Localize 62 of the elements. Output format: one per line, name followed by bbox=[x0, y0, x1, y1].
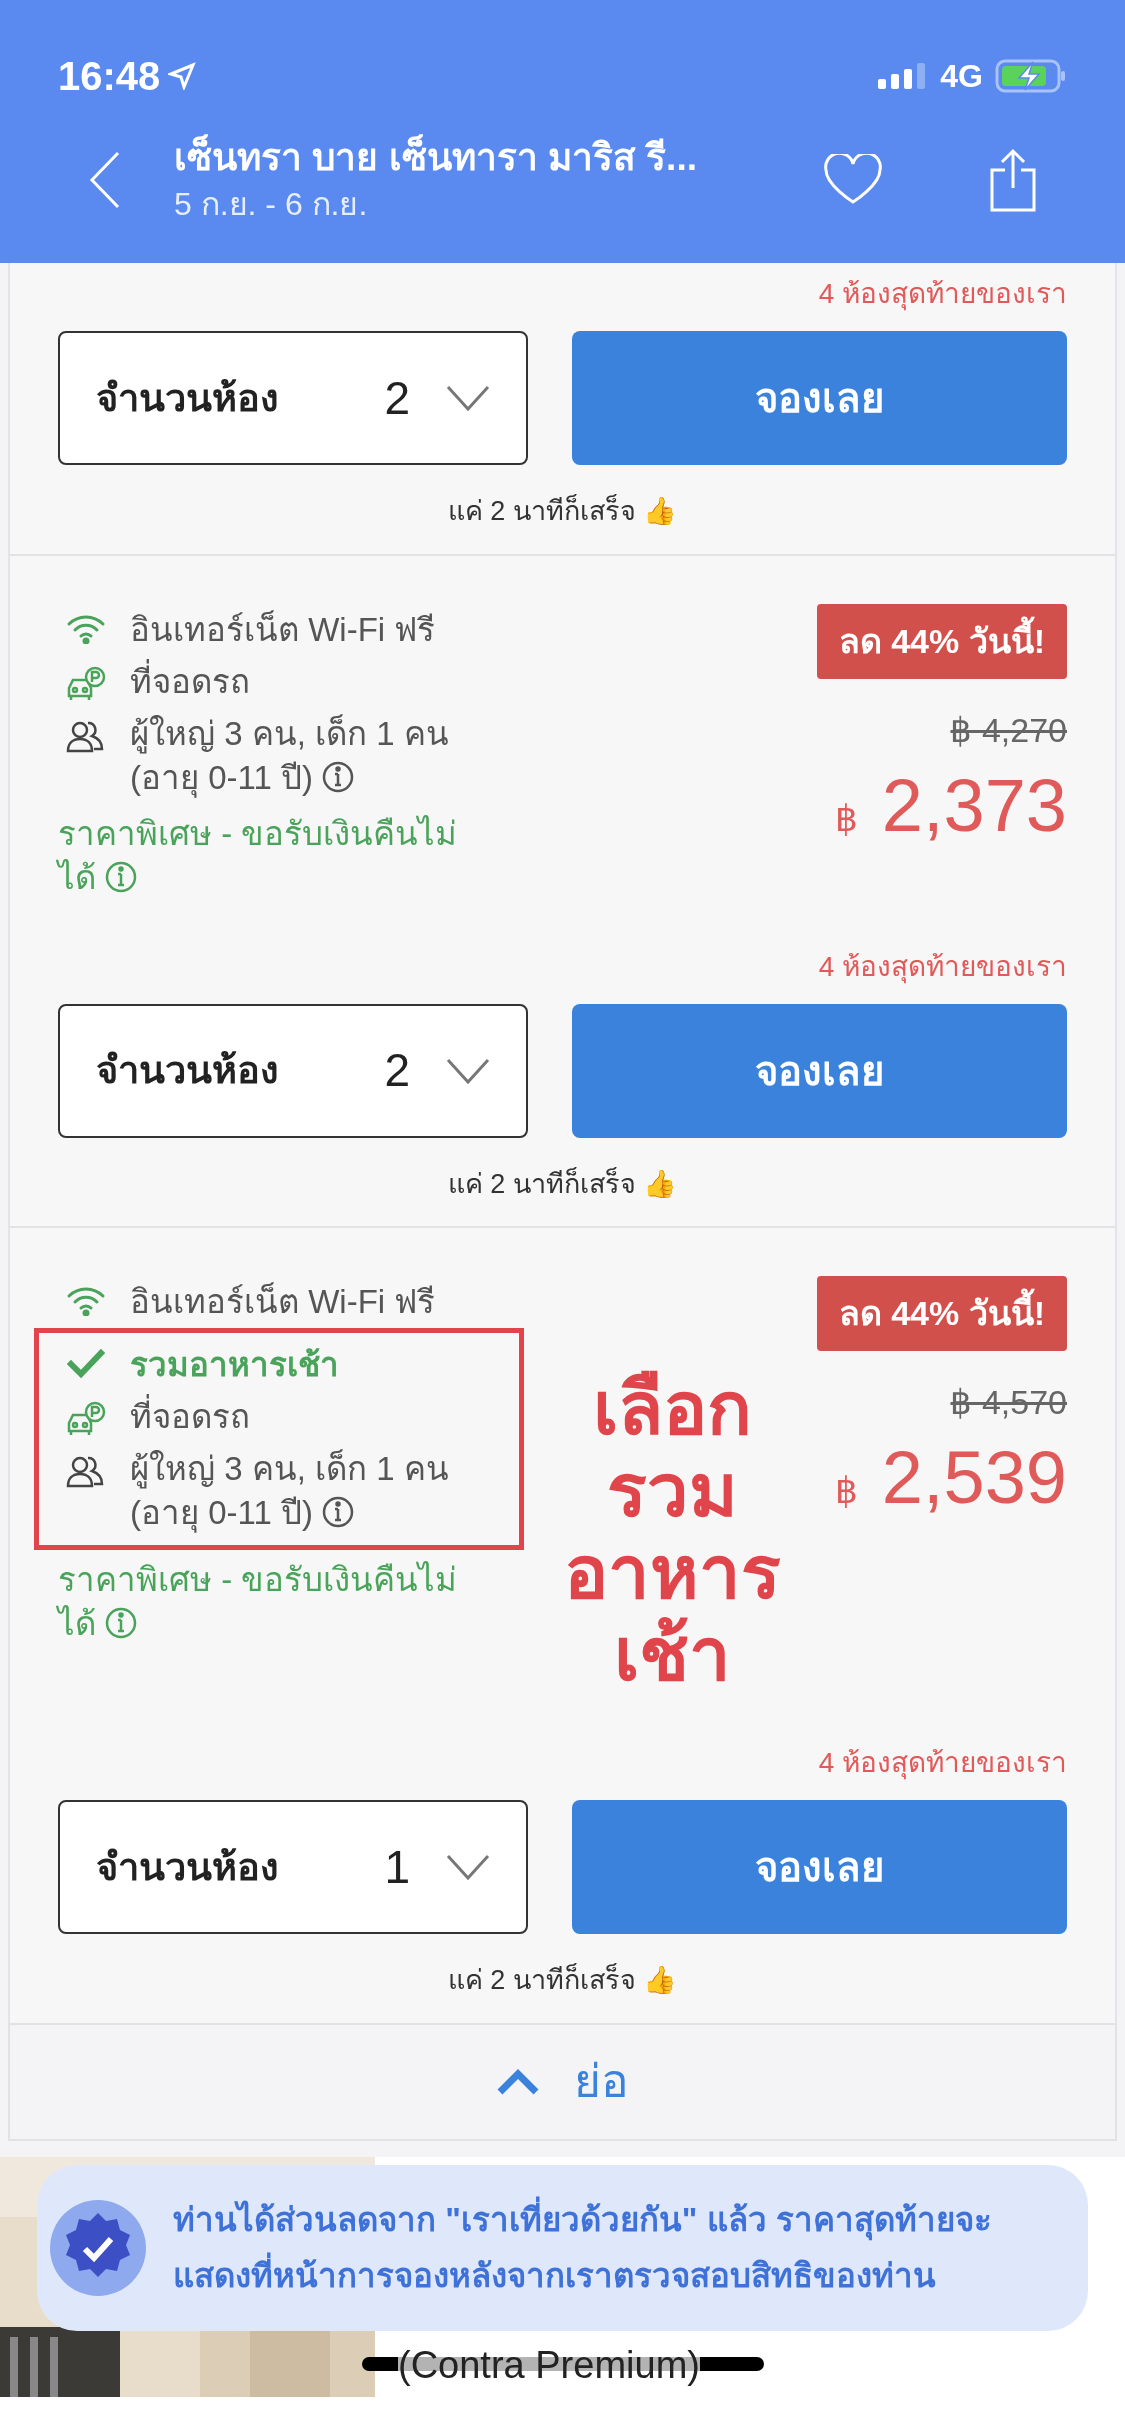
rooms-left-note: 4 ห้องสุดท้ายของเรา bbox=[818, 949, 1067, 986]
wifi-icon bbox=[66, 1286, 106, 1316]
status-time: 16:48 bbox=[58, 53, 161, 100]
book-now-button[interactable]: จองเลย bbox=[572, 1800, 1067, 1934]
feature-text: รวมอาหารเช้า bbox=[130, 1345, 339, 1385]
discount-badge: ลด 44% วันนี้! bbox=[816, 603, 1067, 679]
book-now-button[interactable]: จองเลย bbox=[572, 1003, 1067, 1138]
collapse-button[interactable]: ย่อ bbox=[8, 2022, 1117, 2141]
room-count-select[interactable]: จำนวนห้อง 1 bbox=[58, 1800, 528, 1934]
info-icon[interactable] bbox=[104, 1606, 138, 1640]
feature-text: ผู้ใหญ่ 3 คน, เด็ก 1 คน (อายุ 0-11 ปี) bbox=[130, 1448, 450, 1535]
location-arrow-icon bbox=[168, 62, 197, 90]
currency-symbol: ฿ bbox=[834, 1469, 858, 1513]
original-price: ฿ 4,570 bbox=[950, 1382, 1067, 1423]
room-count-value: 1 bbox=[384, 1839, 410, 1895]
completion-note: แค่ 2 นาทีก็เสร็จ 👍 bbox=[447, 1962, 678, 1997]
feature-text: ที่จอดรถ bbox=[130, 659, 250, 704]
battery-charging-icon bbox=[995, 59, 1067, 93]
check-icon bbox=[67, 1349, 105, 1379]
chevron-down-icon bbox=[446, 1057, 490, 1084]
network-type: 4G bbox=[940, 57, 983, 96]
rooms-left-note: 4 ห้องสุดท้ายของเรา bbox=[818, 277, 1067, 313]
price: 2,373 bbox=[881, 762, 1067, 849]
room-count-label: จำนวนห้อง bbox=[96, 1048, 280, 1093]
room-count-value: 2 bbox=[384, 1043, 410, 1098]
room-count-value: 2 bbox=[384, 370, 410, 426]
room-count-select[interactable]: จำนวนห้อง 2 bbox=[58, 331, 528, 465]
completion-note: แค่ 2 นาทีก็เสร็จ 👍 bbox=[447, 493, 678, 528]
discount-badge: ลด 44% วันนี้! bbox=[816, 1276, 1067, 1351]
wifi-icon bbox=[66, 613, 106, 644]
share-icon[interactable] bbox=[989, 148, 1037, 212]
chevron-up-icon bbox=[496, 2067, 540, 2096]
hotel-title: เซ็นทรา บาย เซ็นทารา มาริส รี... bbox=[174, 134, 771, 182]
rooms-left-note: 4 ห้องสุดท้ายของเรา bbox=[818, 1746, 1067, 1782]
room-count-label: จำนวนห้อง bbox=[96, 1844, 280, 1890]
info-icon[interactable] bbox=[320, 1495, 355, 1529]
room-count-select[interactable]: จำนวนห้อง 2 bbox=[58, 1003, 528, 1138]
refund-policy: ราคาพิเศษ - ขอรับเงินคืนไม่ได้ bbox=[58, 1560, 458, 1644]
annotation-text: เช้า bbox=[613, 1614, 731, 1696]
annotation-text: รวม bbox=[606, 1450, 738, 1532]
annotation-text: อาหาร bbox=[563, 1532, 781, 1614]
info-icon[interactable] bbox=[320, 759, 355, 794]
feature-text: อินเทอร์เน็ต Wi-Fi ฟรี bbox=[130, 609, 436, 650]
heart-icon[interactable] bbox=[823, 154, 883, 206]
info-icon[interactable] bbox=[104, 859, 138, 894]
feature-text: อินเทอร์เน็ต Wi-Fi ฟรี bbox=[130, 1281, 436, 1322]
room-count-label: จำนวนห้อง bbox=[96, 375, 280, 421]
completion-note: แค่ 2 นาทีก็เสร็จ 👍 bbox=[447, 1166, 678, 1201]
original-price: ฿ 4,270 bbox=[950, 709, 1067, 751]
stay-dates: 5 ก.ย. - 6 ก.ย. bbox=[174, 185, 369, 224]
currency-symbol: ฿ bbox=[834, 796, 858, 841]
discount-message: ท่านได้ส่วนลดจาก "เราเที่ยวด้วยกัน" แล้ว ราคาสุดท้ายจะแสดงที่หน้าการจองหลังจากเราตรวจสอบสิทธิของท่าน bbox=[173, 2191, 1053, 2304]
feature-text: ผู้ใหญ่ 3 คน, เด็ก 1 คน (อายุ 0-11 ปี) bbox=[130, 713, 450, 800]
annotation-text: เลือก bbox=[592, 1368, 752, 1450]
feature-text: ที่จอดรถ bbox=[130, 1395, 250, 1439]
price: 2,539 bbox=[881, 1435, 1067, 1521]
chevron-down-icon bbox=[446, 385, 490, 411]
book-now-button[interactable]: จองเลย bbox=[572, 331, 1067, 465]
verified-badge-icon bbox=[49, 2198, 147, 2297]
chevron-down-icon bbox=[446, 1854, 490, 1880]
back-icon[interactable] bbox=[88, 151, 122, 209]
refund-policy: ราคาพิเศษ - ขอรับเงินคืนไม่ได้ bbox=[58, 813, 458, 898]
